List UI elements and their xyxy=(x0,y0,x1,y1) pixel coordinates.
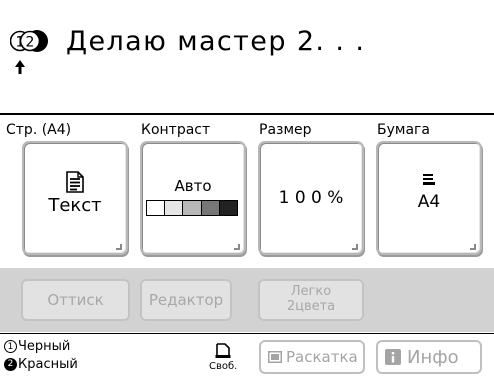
easy-label-line1: Легко xyxy=(290,284,332,299)
text-document-icon xyxy=(66,171,84,193)
print-button[interactable]: Оттиск xyxy=(21,279,130,321)
drum-icons: 1 2 xyxy=(10,27,52,55)
paper-label: Бумага xyxy=(377,122,430,138)
roll-label: Раскатка xyxy=(286,348,358,366)
contrast-value: Авто xyxy=(174,177,212,195)
page-label: Стр. (А4) xyxy=(6,122,72,138)
ink-color-2: Красный xyxy=(18,357,78,372)
easy-two-color-button[interactable]: Легко 2цвета xyxy=(258,279,364,321)
contrast-scale xyxy=(146,200,238,216)
info-icon xyxy=(385,349,401,365)
corner-mark xyxy=(352,244,358,250)
screen: 1 2 Делаю мастер 2. . . Стр. (А4) Контра… xyxy=(0,0,494,376)
drum1-badge: 1 xyxy=(4,340,17,353)
print-label: Оттиск xyxy=(47,291,104,309)
corner-mark xyxy=(234,244,240,250)
paper-button[interactable]: А4 xyxy=(376,141,482,255)
free-label: Своб. xyxy=(209,361,238,372)
free-paper-icon xyxy=(215,343,231,358)
ink-drum-1: 1 Черный xyxy=(4,339,70,354)
drum2-number: 2 xyxy=(26,35,35,51)
ink-drum-2: 2 Красный xyxy=(4,357,78,372)
roll-button[interactable]: Раскатка xyxy=(259,340,365,374)
contrast-level-4 xyxy=(201,201,220,215)
corner-mark xyxy=(470,244,476,250)
action-strip: Оттиск Редактор Легко 2цвета xyxy=(0,268,494,332)
up-arrow-icon xyxy=(15,60,25,74)
info-button[interactable]: Инфо xyxy=(376,340,482,374)
info-label: Инфо xyxy=(407,346,459,368)
size-label: Размер xyxy=(259,122,312,138)
status-message: Делаю мастер 2. . . xyxy=(66,26,366,57)
page-type-value: Текст xyxy=(48,195,102,216)
size-button[interactable]: 1 0 0 % xyxy=(258,141,364,255)
drum-status-icon: 1 2 xyxy=(10,30,48,52)
corner-mark xyxy=(116,244,122,250)
ink-color-1: Черный xyxy=(18,339,71,354)
paper-value: А4 xyxy=(417,192,441,212)
status-panel: 1 2 Делаю мастер 2. . . xyxy=(0,0,494,114)
contrast-level-3 xyxy=(183,201,202,215)
size-value: 1 0 0 % xyxy=(278,188,344,208)
contrast-level-5 xyxy=(219,201,238,215)
easy-label-line2: 2цвета xyxy=(286,299,336,314)
contrast-label: Контраст xyxy=(141,122,211,138)
contrast-level-1 xyxy=(147,201,166,215)
editor-label: Редактор xyxy=(148,291,224,309)
editor-button[interactable]: Редактор xyxy=(140,279,232,321)
contrast-button[interactable]: Авто xyxy=(140,141,246,255)
roll-icon xyxy=(268,351,282,363)
drum2-badge: 2 xyxy=(4,358,17,371)
drum1-number: 1 xyxy=(16,35,25,51)
paper-stack-icon xyxy=(423,174,435,185)
page-type-button[interactable]: Текст xyxy=(22,141,128,255)
status-divider xyxy=(0,113,494,115)
bottom-divider xyxy=(0,333,494,334)
contrast-level-2 xyxy=(165,201,184,215)
